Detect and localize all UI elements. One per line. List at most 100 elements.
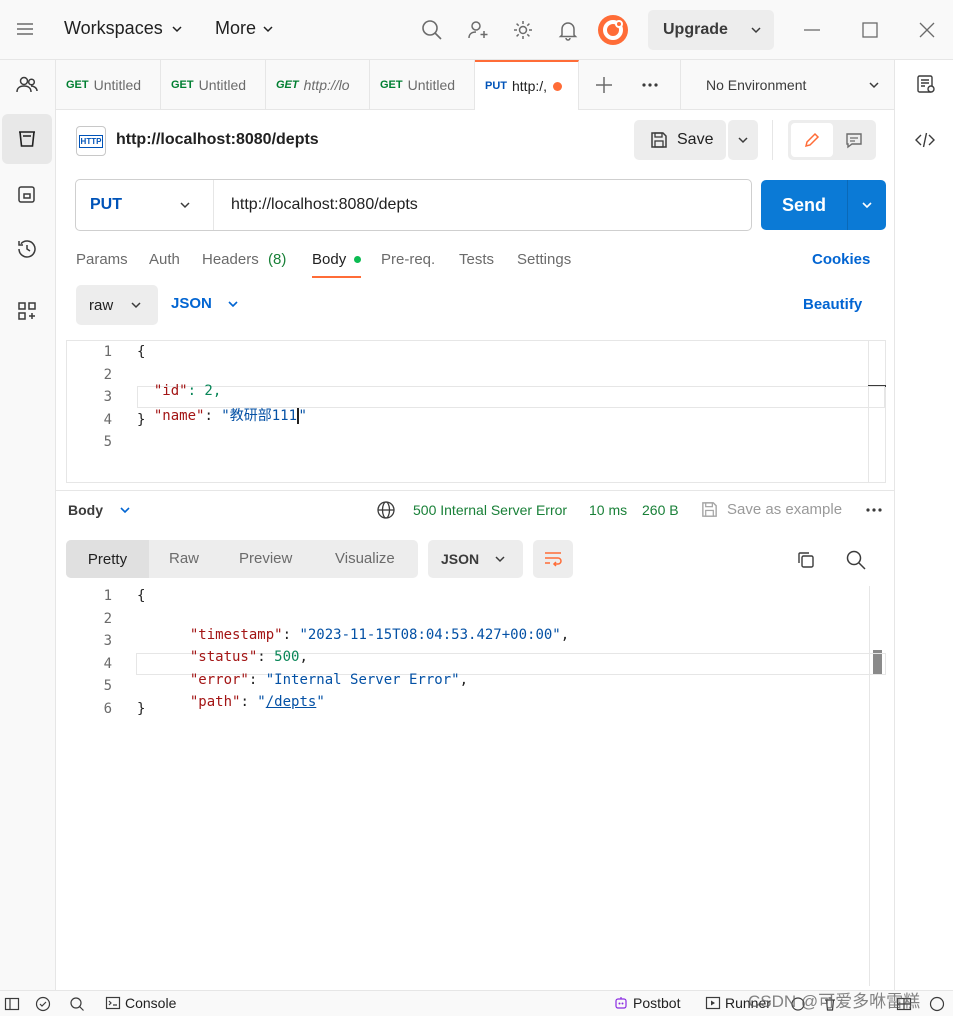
team-icon[interactable] (2, 60, 52, 110)
chevron-down-icon (227, 298, 239, 310)
scrollbar-track (869, 586, 870, 986)
copy-icon[interactable] (795, 549, 817, 571)
save-example-button[interactable]: Save as example (700, 500, 842, 519)
wrap-lines-button[interactable] (533, 540, 573, 578)
history-icon[interactable] (2, 224, 52, 274)
more-tabs-icon[interactable] (640, 75, 660, 95)
save-example-label: Save as example (727, 501, 843, 518)
environment-select[interactable]: No Environment (706, 60, 886, 110)
response-language-select[interactable]: JSON (428, 540, 523, 578)
view-pretty-label: Pretty (87, 550, 128, 568)
environment-icon[interactable] (2, 170, 52, 220)
cookies-link[interactable]: Cookies (812, 251, 870, 268)
wrap-icon (542, 548, 564, 570)
body-mode-select[interactable]: raw (76, 285, 158, 325)
method-badge: GET (66, 79, 89, 91)
view-preview-tab[interactable]: Preview (239, 550, 292, 567)
search-icon[interactable] (845, 549, 867, 571)
tab-headers[interactable]: Headers (202, 251, 259, 268)
chevron-down-icon (868, 79, 880, 91)
response-body-select[interactable]: Body (68, 502, 131, 518)
method-badge: GET (380, 79, 403, 91)
body-language-select[interactable]: JSON (171, 295, 239, 312)
response-language-label: JSON (441, 551, 480, 567)
edit-mode-button[interactable] (791, 123, 833, 157)
more-options-icon[interactable] (864, 500, 884, 520)
search-icon[interactable] (420, 18, 444, 42)
gear-icon[interactable] (511, 18, 535, 42)
url-input[interactable]: http://localhost:8080/depts (231, 196, 418, 214)
close-icon[interactable] (917, 20, 937, 40)
save-label: Save (677, 131, 714, 148)
request-tab[interactable]: GET Untitled (56, 60, 161, 110)
view-visualize-tab[interactable]: Visualize (335, 550, 395, 567)
method-select[interactable]: PUT (76, 180, 214, 230)
save-button[interactable]: Save (634, 120, 726, 160)
request-tab-active[interactable]: PUT http:/, (475, 60, 579, 110)
sidebar-toggle-icon[interactable] (4, 996, 20, 1012)
tab-params[interactable]: Params (76, 251, 128, 268)
more-menu[interactable]: More (215, 18, 274, 39)
request-tab[interactable]: GET Untitled (370, 60, 475, 110)
chevron-down-icon (119, 504, 131, 516)
headers-count: (8) (268, 251, 287, 268)
environment-quicklook-icon[interactable] (915, 73, 937, 95)
workspaces-menu[interactable]: Workspaces (64, 18, 183, 39)
upgrade-button[interactable]: Upgrade (648, 10, 774, 50)
tab-auth[interactable]: Auth (149, 251, 180, 268)
postbot-icon (613, 995, 629, 1011)
menu-icon[interactable] (14, 18, 36, 40)
workspaces-label: Workspaces (64, 18, 163, 38)
http-badge-icon: HTTP (76, 126, 106, 156)
chevron-down-icon (494, 553, 506, 565)
response-size[interactable]: 260 B (642, 502, 679, 518)
plus-icon[interactable] (594, 75, 614, 95)
globe-icon[interactable] (376, 500, 396, 520)
tab-tests[interactable]: Tests (459, 251, 494, 268)
method-badge: GET (276, 79, 299, 91)
tab-settings[interactable]: Settings (517, 251, 571, 268)
avatar[interactable] (597, 14, 629, 46)
code-line: } (137, 701, 146, 717)
code-line: "path": "/depts" (189, 694, 325, 710)
send-options-button[interactable] (847, 180, 886, 230)
comment-mode-button[interactable] (835, 123, 873, 157)
view-raw-tab[interactable]: Raw (169, 550, 199, 567)
bell-icon[interactable] (556, 18, 580, 42)
divider (894, 60, 895, 110)
add-user-icon[interactable] (466, 18, 490, 42)
view-pretty-tab[interactable]: Pretty (66, 540, 149, 578)
line-number: 1 (103, 588, 112, 604)
request-title[interactable]: http://localhost:8080/depts (116, 131, 319, 149)
collections-icon[interactable] (2, 114, 52, 164)
search-icon[interactable] (69, 996, 85, 1012)
add-app-icon[interactable] (2, 286, 52, 336)
request-tab[interactable]: GET Untitled (161, 60, 266, 110)
json-link-value[interactable]: /depts (266, 694, 317, 710)
upgrade-label: Upgrade (663, 21, 728, 38)
tab-bar: GET Untitled GET Untitled GET http://lo … (56, 60, 935, 110)
minimize-icon[interactable] (802, 20, 822, 40)
save-options-button[interactable] (728, 120, 758, 160)
json-key: "path" (189, 694, 241, 710)
tab-body[interactable]: Body (312, 251, 346, 268)
postbot-button[interactable]: Postbot (613, 995, 680, 1011)
send-button[interactable]: Send (761, 180, 847, 230)
status-badge[interactable]: 500 Internal Server Error (413, 502, 567, 518)
json-quote: " (316, 694, 325, 710)
status-bar: Console Postbot Runner CSDN @可爱多咻雷糕 (0, 990, 953, 1016)
tab-label: Untitled (198, 77, 247, 93)
beautify-link[interactable]: Beautify (803, 296, 862, 313)
tab-prereq[interactable]: Pre-req. (381, 251, 435, 268)
check-circle-icon[interactable] (35, 996, 51, 1012)
code-icon[interactable] (914, 129, 936, 151)
response-time[interactable]: 10 ms (589, 502, 627, 518)
request-tab[interactable]: GET http://lo (266, 60, 370, 110)
console-button[interactable]: Console (105, 995, 176, 1011)
scrollbar-track (868, 341, 869, 482)
tab-label: http://lo (303, 77, 350, 93)
help-icon[interactable] (929, 996, 945, 1012)
pencil-icon (802, 130, 822, 150)
json-value: "2023-11-15T08:04:53.427+00:00" (299, 627, 561, 643)
maximize-icon[interactable] (860, 20, 880, 40)
